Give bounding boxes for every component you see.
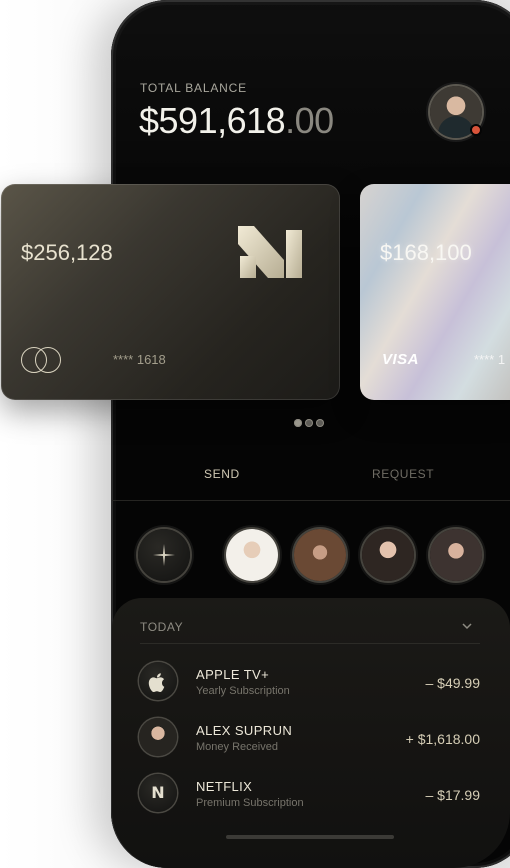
tab-send[interactable]: SEND [204, 467, 240, 481]
tabs-divider [112, 500, 510, 501]
contact-avatar-1[interactable] [226, 529, 278, 581]
card-number-secondary: **** 1 [474, 352, 506, 367]
balance-cents: .00 [285, 100, 334, 141]
transaction-title: NETFLIX [196, 779, 253, 794]
transaction-title: APPLE TV+ [196, 667, 270, 682]
netflix-icon: N [139, 774, 177, 812]
contact-avatar-2[interactable] [294, 529, 346, 581]
transaction-subtitle: Yearly Subscription [196, 685, 290, 697]
contact-avatar-4[interactable] [430, 529, 482, 581]
page-dot-3[interactable] [316, 419, 324, 427]
card-balance: $256,128 [21, 240, 113, 265]
page-dot-1[interactable] [294, 419, 302, 427]
add-contact-button[interactable] [138, 529, 190, 581]
transaction-amount: + $1,618.00 [405, 731, 480, 747]
card-balance-secondary: $168,100 [380, 240, 472, 265]
panel-divider [140, 643, 480, 644]
notification-dot [472, 126, 480, 134]
transaction-subtitle: Premium Subscription [196, 797, 304, 809]
apple-icon [139, 662, 177, 700]
transaction-amount: – $17.99 [425, 787, 481, 803]
sparkle-plus-icon [153, 544, 175, 566]
carousel-pagination[interactable] [294, 419, 324, 427]
card-number-primary: **** 1618 [113, 352, 166, 367]
alex-suprun-avatar [139, 718, 177, 756]
card-brand-logo-icon [238, 226, 302, 278]
transaction-subtitle: Money Received [196, 741, 278, 753]
page-dot-2[interactable] [305, 419, 313, 427]
visa-logo: VISA [382, 351, 420, 368]
mastercard-icon [21, 347, 63, 373]
tab-request[interactable]: REQUEST [372, 467, 434, 481]
contact-avatar-3[interactable] [362, 529, 414, 581]
chevron-down-icon[interactable] [461, 621, 473, 631]
balance-main: $591,618 [139, 100, 286, 141]
home-indicator[interactable] [226, 835, 394, 839]
transaction-title: ALEX SUPRUN [196, 723, 293, 738]
total-balance-label: TOTAL BALANCE [140, 81, 247, 95]
total-balance-value: $591,618.00 [139, 100, 334, 142]
section-today-label: TODAY [140, 620, 184, 634]
transaction-amount: – $49.99 [425, 675, 481, 691]
